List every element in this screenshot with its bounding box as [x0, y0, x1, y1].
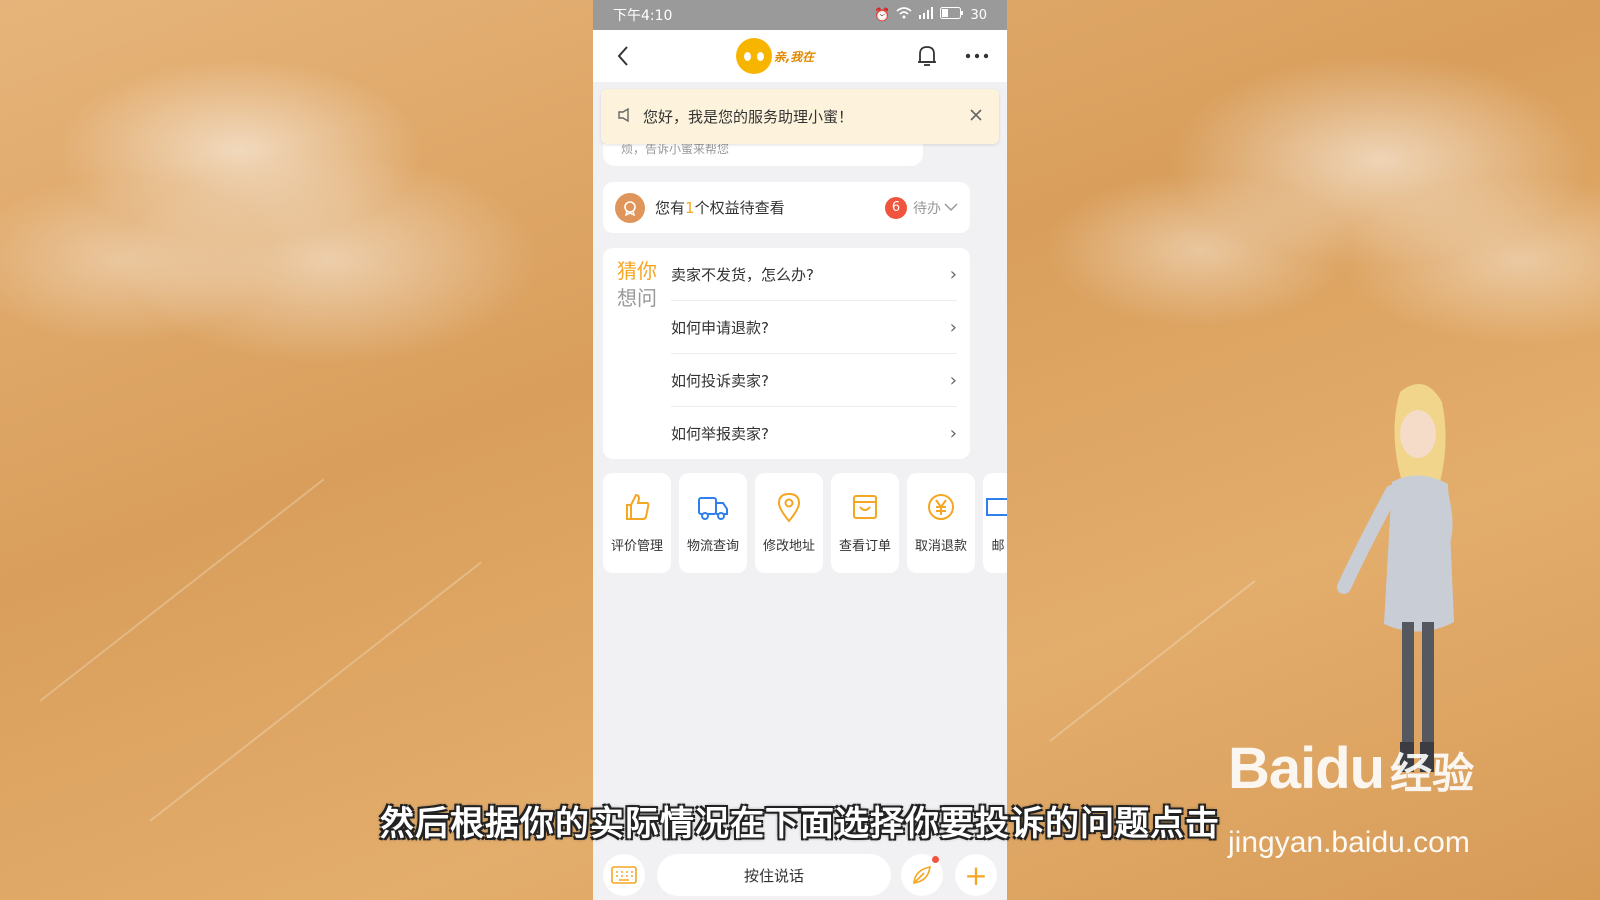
order-box-icon: [853, 495, 877, 519]
status-bar: 下午4:10 ⏰ 30: [593, 0, 1007, 30]
notification-dot: [932, 856, 939, 863]
location-pin-icon: [777, 492, 801, 523]
bell-icon[interactable]: [913, 42, 941, 70]
status-time: 下午4:10: [613, 8, 673, 24]
chevron-right-icon: ›: [949, 369, 957, 391]
battery-level: 30: [970, 7, 987, 23]
tool-cancel-refund[interactable]: 取消退款: [907, 473, 975, 573]
tool-label: 邮: [991, 539, 1005, 554]
faq-item[interactable]: 卖家不发货，怎么办? ›: [671, 248, 957, 301]
tool-change-address[interactable]: 修改地址: [755, 473, 823, 573]
thumbs-up-icon: [626, 493, 650, 520]
tool-label: 查看订单: [838, 539, 891, 554]
input-bar: 按住说话 +: [593, 846, 1007, 900]
quick-tools-row: 评价管理 物流查询 修改地址 查看订单 取消退款 邮: [603, 473, 1007, 573]
alarm-icon: ⏰: [874, 7, 891, 23]
faq-item[interactable]: 如何举报卖家? ›: [671, 407, 957, 460]
background-streak: [1049, 580, 1256, 742]
tool-view-orders[interactable]: 查看订单: [831, 473, 899, 573]
yen-refund-icon: [928, 494, 954, 520]
faq-item[interactable]: 如何申请退款? ›: [671, 301, 957, 354]
close-icon[interactable]: [969, 107, 983, 126]
tool-mail-partial[interactable]: 邮: [983, 473, 1007, 573]
speaker-icon: [617, 107, 633, 127]
tool-label: 评价管理: [610, 539, 663, 554]
back-icon[interactable]: [609, 42, 637, 70]
watermark-url: jingyan.baidu.com: [1228, 826, 1470, 859]
faq-label-line2: 想问: [617, 286, 657, 310]
faq-item-text: 如何投诉卖家?: [671, 371, 769, 390]
jingyan-text: 经验: [1390, 749, 1475, 798]
greeting-text: 烦，告诉小蜜来帮您: [621, 144, 730, 156]
cartoon-presenter-figure: [1337, 384, 1454, 772]
more-icon[interactable]: [963, 42, 991, 70]
faq-item-text: 卖家不发货，怎么办?: [671, 265, 814, 284]
benefit-count: 1: [685, 199, 695, 217]
plus-icon[interactable]: +: [955, 854, 997, 896]
xiaomi-logo: 亲,我在: [735, 38, 815, 74]
faq-item[interactable]: 如何投诉卖家? ›: [671, 354, 957, 407]
todo-dropdown[interactable]: 待办: [913, 198, 958, 218]
background-streak: [149, 561, 482, 822]
benefit-text: 您有1个权益待查看: [655, 197, 885, 218]
guess-you-ask-label: 猜你 想问: [617, 258, 657, 312]
notice-banner: 您好，我是您的服务助理小蜜！: [601, 89, 999, 144]
logo-text: 亲,我在: [773, 49, 815, 64]
phone-screen: 下午4:10 ⏰ 30 亲,我在 烦，告诉小蜜来帮您 您好，我是您的服务助理小蜜…: [593, 0, 1007, 900]
greeting-message-partial: 烦，告诉小蜜来帮您: [603, 144, 923, 166]
chevron-right-icon: ›: [949, 263, 957, 285]
chevron-down-icon: [944, 203, 958, 212]
tool-label: 修改地址: [762, 539, 815, 554]
todo-label: 待办: [913, 200, 941, 217]
faq-item-text: 如何举报卖家?: [671, 425, 769, 443]
benefit-prefix: 您有: [655, 199, 686, 217]
nav-bar: 亲,我在: [593, 30, 1007, 82]
signal-icon: [918, 7, 934, 23]
guess-you-ask-card: 猜你 想问 卖家不发货，怎么办? › 如何申请退款? › 如何投诉卖家? › 如…: [603, 248, 970, 459]
baidu-jingyan-watermark: Baidu 经验: [1228, 735, 1474, 802]
mail-icon: [986, 498, 1007, 516]
background-streak: [39, 478, 325, 702]
status-icons: ⏰ 30: [874, 7, 987, 23]
tool-label: 取消退款: [914, 539, 967, 554]
mascot-icon: [735, 38, 772, 74]
keyboard-icon[interactable]: [603, 854, 645, 896]
hold-to-talk-button[interactable]: 按住说话: [657, 854, 891, 896]
tool-logistics[interactable]: 物流查询: [679, 473, 747, 573]
todo-count-badge: 6: [885, 196, 907, 219]
faq-label-line1: 猜你: [617, 259, 657, 283]
battery-icon: [940, 7, 964, 23]
tool-review-management[interactable]: 评价管理: [603, 473, 671, 573]
benefit-card[interactable]: 您有1个权益待查看 6 待办: [603, 182, 970, 233]
faq-item-text: 如何申请退款?: [671, 318, 769, 337]
notice-text: 您好，我是您的服务助理小蜜！: [643, 108, 854, 126]
chevron-right-icon: ›: [949, 316, 957, 338]
chevron-right-icon: ›: [949, 423, 957, 444]
benefit-suffix: 个权益待查看: [694, 199, 785, 217]
leaf-icon[interactable]: [901, 854, 943, 896]
tool-label: 物流查询: [686, 539, 739, 554]
wifi-icon: [896, 7, 912, 23]
truck-icon: [698, 497, 728, 520]
medal-icon: [615, 192, 645, 223]
baidu-logo: Baidu: [1228, 736, 1385, 801]
